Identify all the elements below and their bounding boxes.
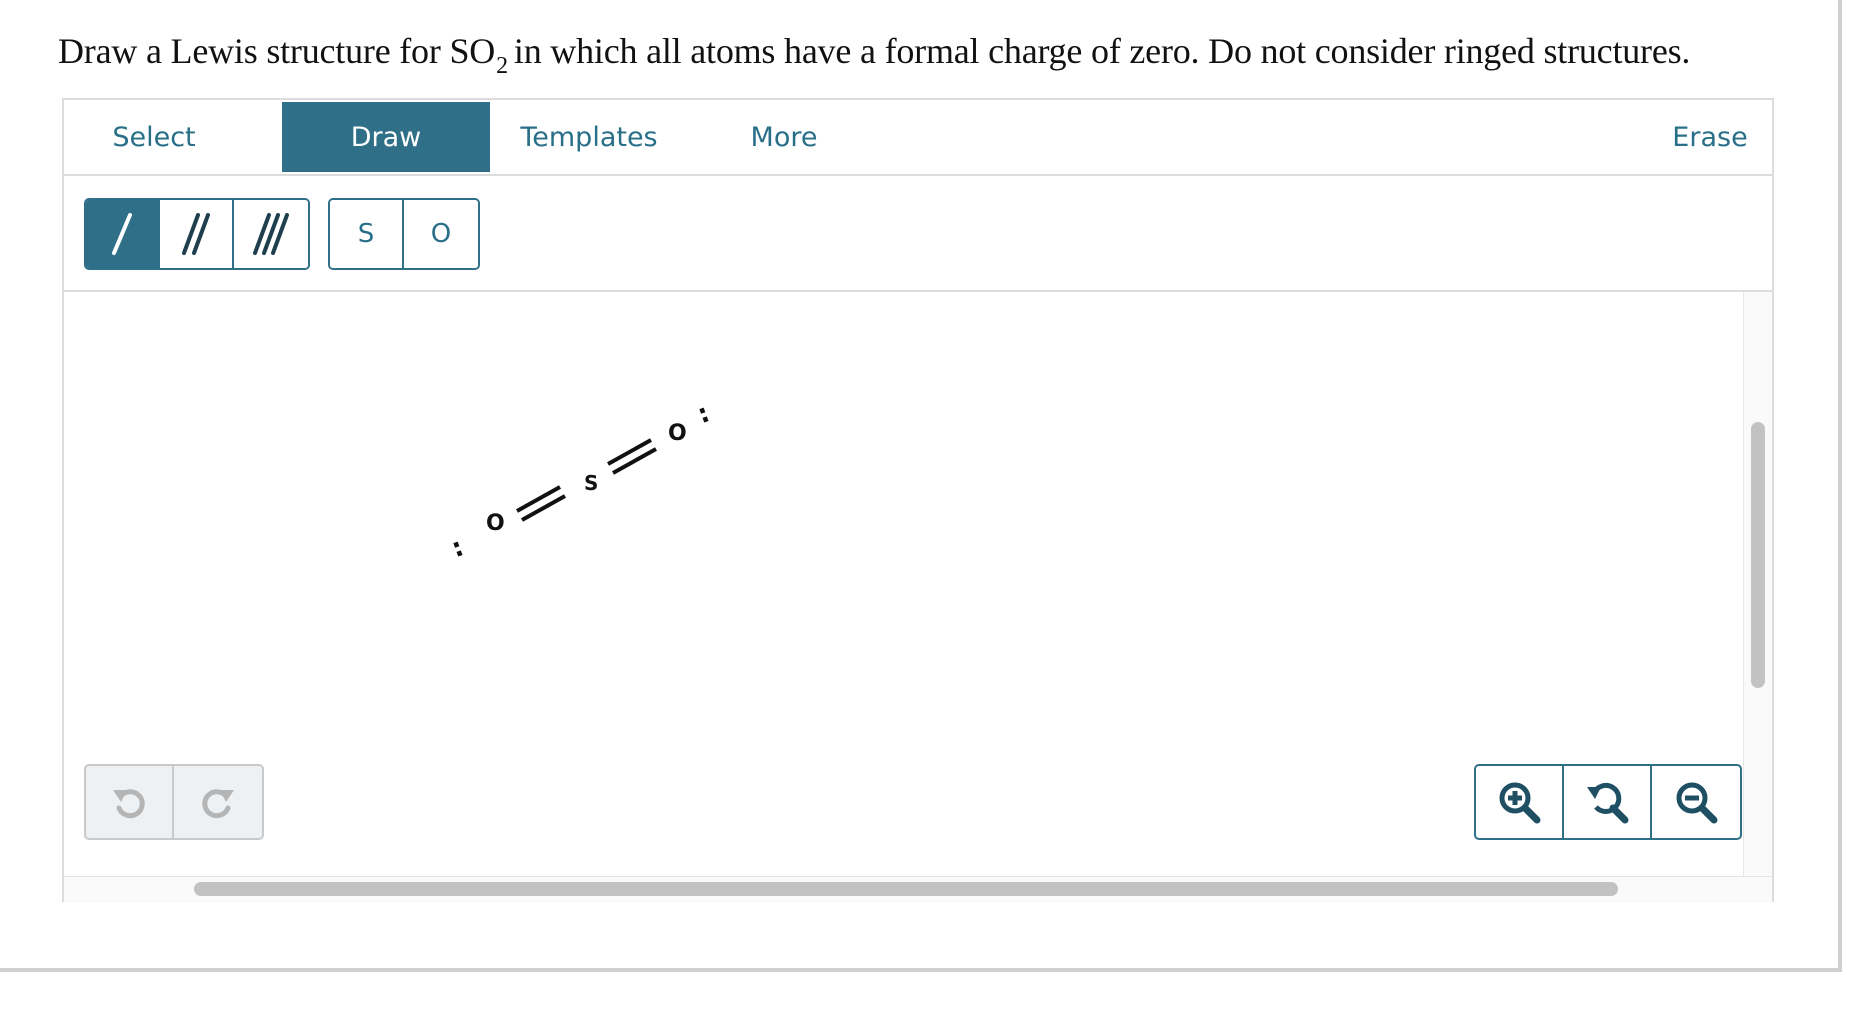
redo-icon [202,789,234,819]
zoom-out-button[interactable] [1652,766,1740,838]
zoom-reset-button[interactable] [1564,766,1652,838]
undo-icon [113,789,145,819]
lone-pair-right: : [694,398,714,430]
vertical-scroll-thumb[interactable] [1751,422,1765,688]
draw-toolbar: S O [64,176,1772,292]
triple-bond-button[interactable] [234,200,308,268]
structure-editor: Select Draw Templates More Erase S O: O… [62,98,1774,903]
question-text: Draw a Lewis structure for SO2 in which a… [58,30,1690,80]
atom-s-button[interactable]: S [330,200,404,268]
tab-more[interactable]: More [724,102,844,172]
question-subscript: 2 [496,53,508,79]
question-text-after: in which all atoms have a formal charge … [513,31,1691,71]
vertical-scrollbar[interactable] [1743,292,1772,876]
editor-tabbar: Select Draw Templates More Erase [64,100,1772,176]
horizontal-scrollbar[interactable] [64,876,1772,903]
tab-erase[interactable]: Erase [1650,102,1770,172]
atom-o-right: O [668,421,687,446]
zoom-controls [1474,764,1742,840]
horizontal-scroll-thumb[interactable] [194,882,1618,896]
tab-select[interactable]: Select [64,102,244,172]
zoom-in-button[interactable] [1476,766,1564,838]
tab-templates[interactable]: Templates [504,102,674,172]
atom-tool-group: S O [328,198,480,270]
tab-draw[interactable]: Draw [282,102,490,172]
triple-bond-icon [253,213,289,255]
question-text-before: Draw a Lewis structure for SO [58,31,496,71]
undo-redo-group [84,764,264,840]
zoom-reset-icon [1587,782,1629,824]
atom-s-center: S [584,471,598,495]
double-bond-icon [182,213,210,255]
zoom-in-icon [1499,782,1541,824]
atom-o-button[interactable]: O [404,200,478,268]
zoom-out-icon [1676,782,1718,824]
double-bond-left [516,485,566,522]
atom-o-left: O [486,511,505,536]
double-bond-right [607,438,657,475]
atom-s-label: S [357,219,375,249]
double-bond-button[interactable] [160,200,234,268]
atom-o-label: O [430,219,452,249]
bond-tool-group [84,198,310,270]
redo-button[interactable] [174,766,262,838]
single-bond-button[interactable] [86,200,160,268]
lone-pair-left: : [448,532,468,564]
undo-button[interactable] [86,766,174,838]
single-bond-icon [112,213,132,255]
